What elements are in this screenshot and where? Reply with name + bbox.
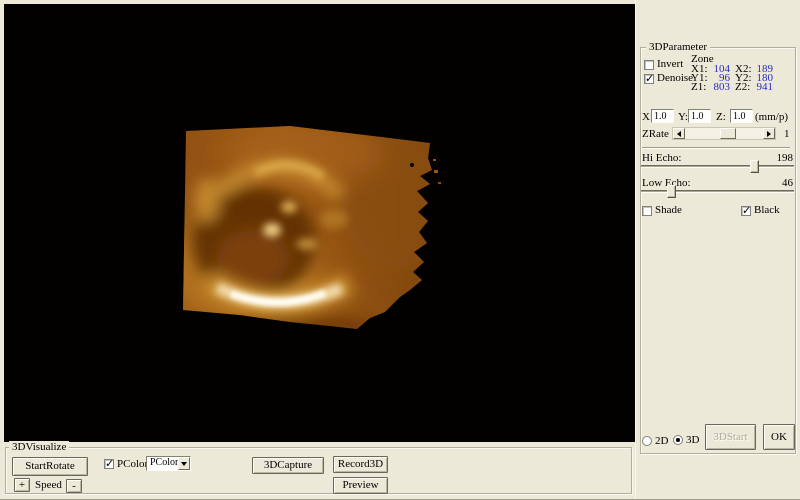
black-checkbox[interactable] — [741, 206, 751, 216]
scale-z-input[interactable] — [730, 109, 753, 123]
low-echo-slider-track[interactable] — [641, 190, 794, 193]
scale-unit-label: (mm/p) — [755, 112, 788, 123]
ok-button[interactable]: OK — [763, 424, 795, 450]
record3d-button[interactable]: Record3D — [333, 456, 388, 473]
low-echo-value: 46 — [769, 178, 793, 189]
shade-checkbox[interactable] — [642, 206, 652, 216]
denoise-checkbox[interactable] — [644, 74, 654, 84]
denoise-label: Denoise — [657, 73, 693, 84]
3dcapture-button[interactable]: 3DCapture — [252, 457, 324, 474]
visualize-group-title: 3DVisualize — [9, 441, 69, 453]
start-rotate-button[interactable]: StartRotate — [12, 457, 88, 476]
zrate-right-arrow-icon[interactable] — [763, 128, 775, 139]
speed-label: Speed — [35, 480, 62, 491]
mode-3d-label: 3D — [686, 435, 699, 446]
speed-plus-button[interactable]: + — [14, 478, 30, 492]
shade-label: Shade — [655, 205, 682, 216]
zone-z2-label: Z2: — [735, 82, 750, 93]
low-echo-slider-thumb[interactable] — [667, 185, 676, 198]
zrate-value: 1 — [784, 129, 790, 140]
pcolor-dropdown-value: PColor — [150, 457, 178, 469]
invert-label: Invert — [657, 59, 683, 70]
chevron-down-icon[interactable] — [178, 457, 190, 470]
black-label: Black — [754, 205, 780, 216]
mode-2d-radio[interactable] — [642, 436, 652, 446]
zrate-left-arrow-icon[interactable] — [673, 128, 685, 139]
scale-x-input[interactable] — [651, 109, 674, 123]
pcolor-checkbox[interactable] — [104, 459, 114, 469]
hi-echo-label: Hi Echo: — [642, 153, 681, 164]
hi-echo-value: 198 — [769, 153, 793, 164]
zone-z1-label: Z1: — [691, 82, 706, 93]
hi-echo-slider-thumb[interactable] — [750, 160, 759, 173]
mode-3d-radio[interactable] — [673, 435, 683, 445]
zrate-thumb[interactable] — [720, 128, 736, 139]
mode-2d-label: 2D — [655, 436, 668, 447]
zrate-scrollbar[interactable] — [672, 127, 776, 140]
scale-z-label: Z: — [716, 112, 726, 123]
parameter-group-title: 3DParameter — [646, 41, 710, 53]
hi-echo-slider-track[interactable] — [641, 165, 794, 168]
pcolor-label: PColor — [117, 459, 148, 470]
zone-z1-value: 803 — [706, 82, 730, 93]
ultrasound-render — [4, 4, 635, 442]
scale-y-label: Y: — [678, 112, 688, 123]
invert-checkbox[interactable] — [644, 60, 654, 70]
preview-button[interactable]: Preview — [333, 477, 388, 494]
3d-viewport[interactable] — [4, 4, 635, 442]
divider — [642, 147, 790, 149]
pcolor-dropdown[interactable]: PColor — [146, 456, 191, 471]
parameter-panel: 3DParameter Invert Denoise Zone X1: 104 … — [635, 0, 800, 500]
speed-minus-button[interactable]: - — [66, 479, 82, 493]
scale-y-input[interactable] — [688, 109, 711, 123]
zone-z2-value: 941 — [749, 82, 773, 93]
3dstart-button[interactable]: 3DStart — [705, 424, 756, 450]
zrate-label: ZRate — [642, 129, 669, 140]
